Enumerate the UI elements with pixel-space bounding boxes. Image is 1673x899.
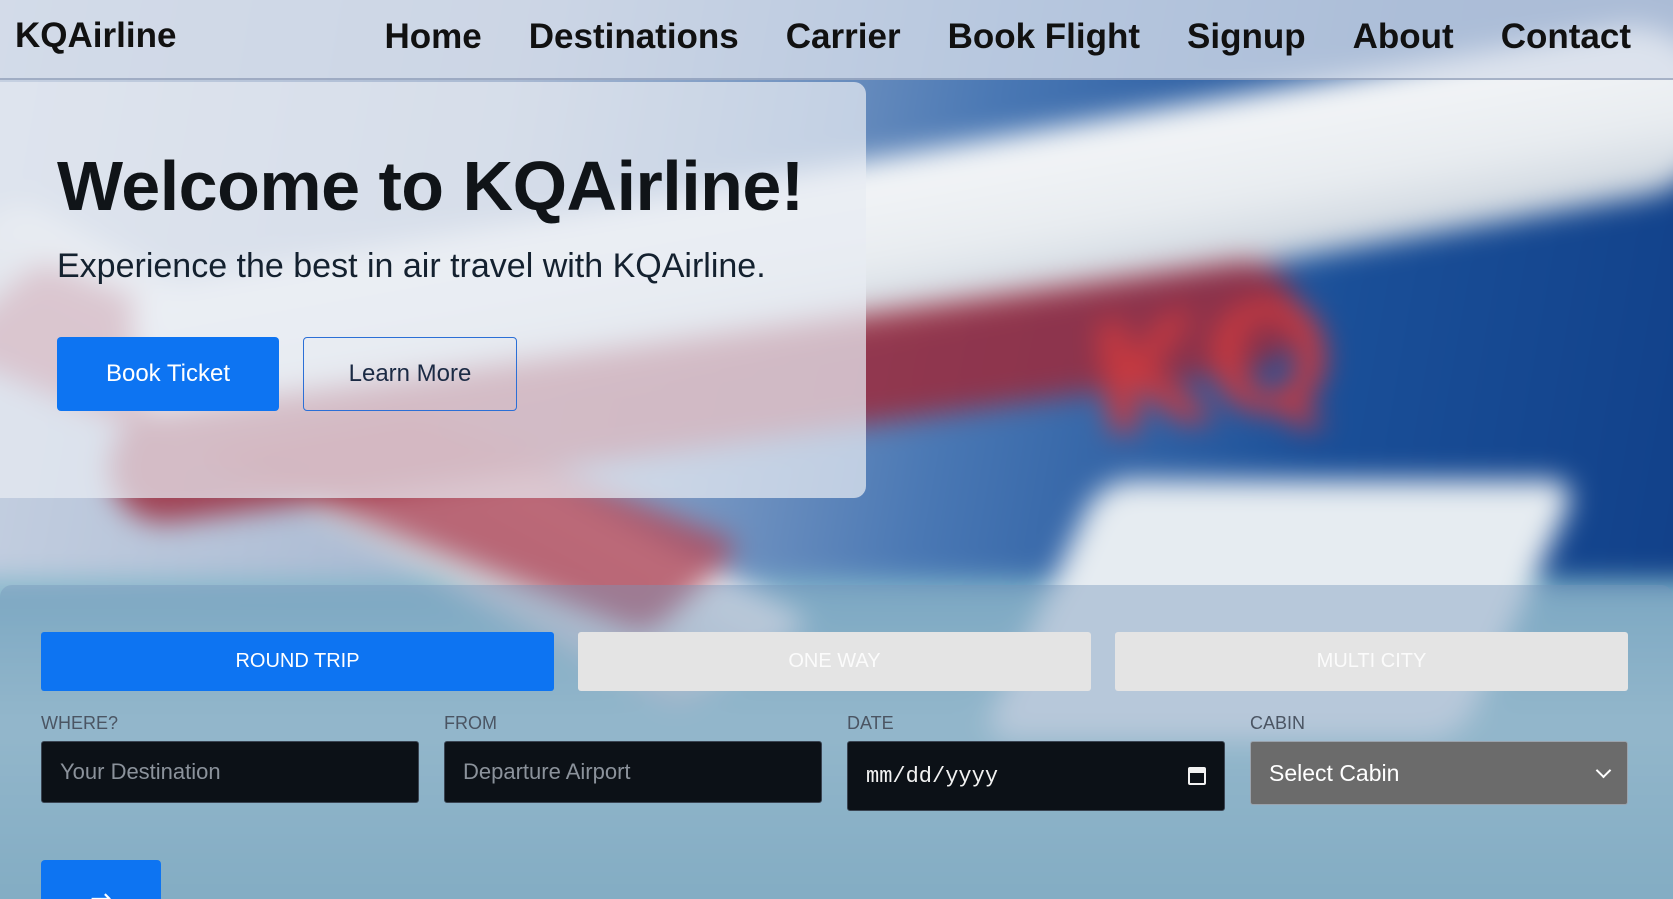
- nav-link-contact[interactable]: Contact: [1501, 14, 1631, 60]
- where-field-group: WHERE? Your Destination: [41, 713, 419, 811]
- chevron-down-icon: [1595, 762, 1612, 779]
- date-label: DATE: [847, 713, 894, 733]
- destination-placeholder: Your Destination: [60, 759, 221, 784]
- booking-panel: ROUND TRIP ONE WAY MULTI CITY WHERE? You…: [0, 585, 1673, 899]
- date-value: mm/dd/yyyy: [866, 763, 999, 789]
- nav-link-home[interactable]: Home: [384, 14, 481, 60]
- calendar-icon[interactable]: [1188, 767, 1206, 785]
- tab-round-trip[interactable]: ROUND TRIP: [41, 632, 554, 691]
- navbar: KQAirline Home Destinations Carrier Book…: [0, 0, 1673, 80]
- destination-input[interactable]: Your Destination: [41, 741, 419, 803]
- departure-placeholder: Departure Airport: [463, 759, 631, 784]
- where-label: WHERE?: [41, 713, 119, 733]
- nav-links: Home Destinations Carrier Book Flight Si…: [384, 14, 1631, 60]
- hero-subtitle: Experience the best in air travel with K…: [57, 247, 766, 285]
- search-submit-button[interactable]: →: [41, 860, 161, 899]
- date-input[interactable]: mm/dd/yyyy: [847, 741, 1225, 811]
- departure-input[interactable]: Departure Airport: [444, 741, 822, 803]
- booking-fields: WHERE? Your Destination FROM Departure A…: [41, 713, 1628, 811]
- nav-link-carrier[interactable]: Carrier: [786, 14, 901, 60]
- nav-link-signup[interactable]: Signup: [1187, 14, 1306, 60]
- nav-link-book-flight[interactable]: Book Flight: [948, 14, 1140, 60]
- nav-link-destinations[interactable]: Destinations: [529, 14, 739, 60]
- cabin-select[interactable]: Select Cabin: [1250, 741, 1628, 805]
- cabin-selected-value: Select Cabin: [1269, 759, 1400, 786]
- trip-type-tabs: ROUND TRIP ONE WAY MULTI CITY: [41, 632, 1628, 691]
- date-field-group: DATE mm/dd/yyyy: [847, 713, 1225, 811]
- from-label: FROM: [444, 713, 497, 733]
- book-ticket-button[interactable]: Book Ticket: [57, 337, 279, 411]
- from-field-group: FROM Departure Airport: [444, 713, 822, 811]
- learn-more-button[interactable]: Learn More: [303, 337, 517, 411]
- tab-one-way[interactable]: ONE WAY: [578, 632, 1091, 691]
- nav-link-about[interactable]: About: [1353, 14, 1454, 60]
- background-logo: KQ: [1079, 263, 1345, 471]
- hero-card: Welcome to KQAirline! Experience the bes…: [0, 82, 866, 498]
- hero-title: Welcome to KQAirline!: [57, 147, 804, 225]
- tab-multi-city[interactable]: MULTI CITY: [1115, 632, 1628, 691]
- brand-logo[interactable]: KQAirline: [15, 16, 176, 56]
- cabin-field-group: CABIN Select Cabin: [1250, 713, 1628, 811]
- arrow-right-icon: →: [90, 883, 112, 899]
- cabin-label: CABIN: [1250, 713, 1306, 733]
